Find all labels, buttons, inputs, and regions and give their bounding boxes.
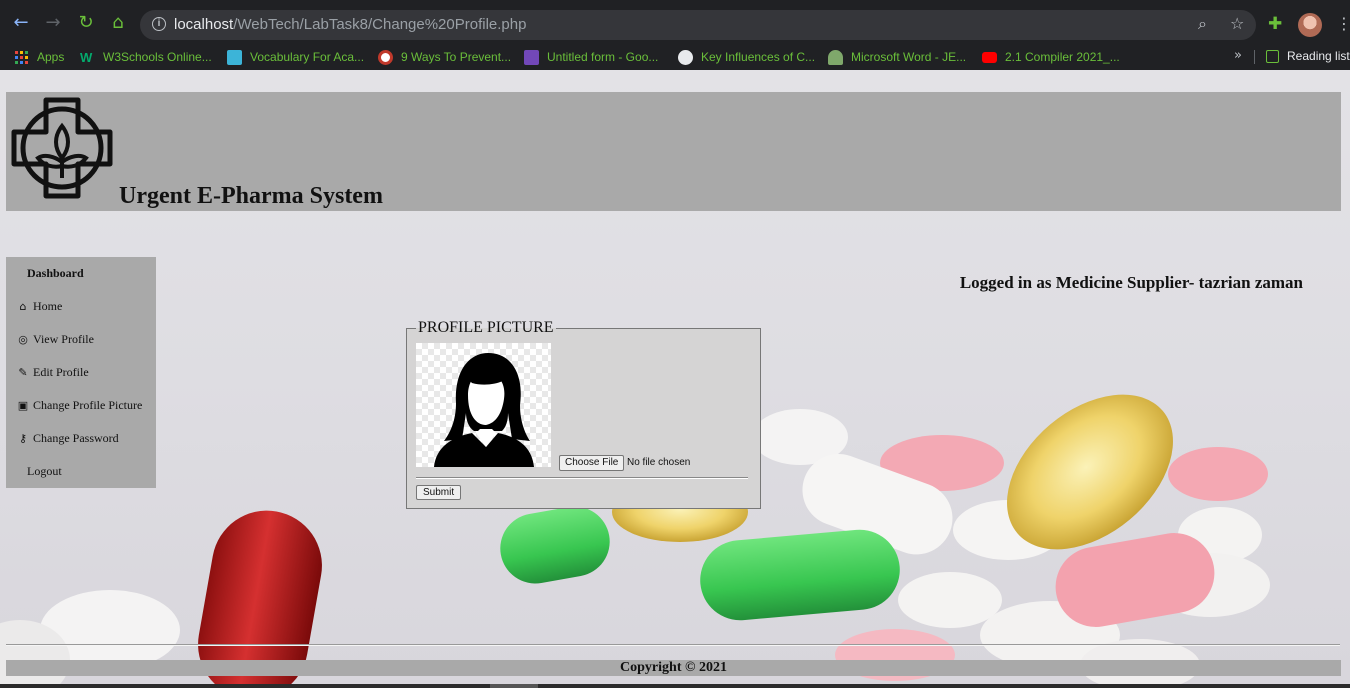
bookmark-label: Key Influences of C... bbox=[701, 50, 816, 64]
sidebar-item-view-profile[interactable]: ◎ View Profile bbox=[16, 332, 94, 347]
scrollbar-thumb[interactable] bbox=[490, 684, 538, 688]
sidebar-item-label: View Profile bbox=[33, 332, 94, 346]
profile-picture-form: PROFILE PICTURE Choose File No file chos… bbox=[406, 319, 761, 509]
site-footer: Copyright © 2021 bbox=[6, 660, 1341, 676]
form-divider bbox=[416, 477, 748, 479]
profile-avatar[interactable] bbox=[1298, 13, 1322, 37]
url-text[interactable]: localhost/WebTech/LabTask8/Change%20Prof… bbox=[174, 16, 526, 33]
pharmacy-cross-logo-icon bbox=[11, 97, 113, 199]
bookmark-apps[interactable]: Apps bbox=[14, 49, 64, 65]
site-info-icon[interactable]: i bbox=[152, 17, 166, 31]
prevent-icon bbox=[378, 49, 393, 65]
form-legend: PROFILE PICTURE bbox=[416, 319, 556, 337]
word-doc-icon bbox=[828, 49, 843, 65]
browser-menu-icon[interactable]: ⋮ bbox=[1336, 14, 1350, 33]
page-viewport: Urgent E-Pharma System Dashboard ⌂ Home … bbox=[0, 70, 1350, 684]
bookmark-w3schools[interactable]: W W3Schools Online... bbox=[80, 49, 212, 65]
bookmark-prevent[interactable]: 9 Ways To Prevent... bbox=[378, 49, 511, 65]
choose-file-button[interactable]: Choose File bbox=[559, 455, 625, 471]
file-image-icon: ▣ bbox=[17, 399, 29, 412]
avatar-silhouette-icon bbox=[434, 353, 534, 467]
bookmark-key-influences[interactable]: Key Influences of C... bbox=[678, 49, 815, 65]
sidebar-item-change-password[interactable]: ⚷ Change Password bbox=[16, 431, 119, 446]
sidebar-item-change-profile-picture[interactable]: ▣ Change Profile Picture bbox=[16, 398, 143, 413]
reading-list-label: Reading list bbox=[1287, 49, 1350, 63]
sidebar-item-edit-profile[interactable]: ✎ Edit Profile bbox=[16, 365, 89, 380]
profile-picture bbox=[416, 343, 551, 467]
logged-in-status: Logged in as Medicine Supplier- tazrian … bbox=[959, 273, 1303, 292]
youtube-icon bbox=[982, 51, 997, 63]
reading-list-button[interactable]: Reading list bbox=[1266, 49, 1350, 63]
bookmark-star-icon[interactable]: ☆ bbox=[1230, 14, 1244, 33]
key-influences-icon bbox=[678, 49, 693, 65]
home-page-icon[interactable]: ⌂ bbox=[107, 12, 129, 34]
horizontal-scrollbar[interactable] bbox=[0, 684, 1350, 688]
bookmark-label: W3Schools Online... bbox=[103, 50, 212, 64]
apps-grid-icon bbox=[15, 50, 28, 64]
footer-divider bbox=[6, 644, 1340, 646]
user-edit-icon: ✎ bbox=[18, 366, 28, 379]
forward-arrow-icon[interactable]: → bbox=[42, 12, 64, 34]
zoom-search-icon[interactable]: ⌕ bbox=[1198, 14, 1207, 34]
bookmarks-divider bbox=[1254, 50, 1255, 64]
user-circle-icon: ◎ bbox=[18, 333, 28, 346]
google-forms-icon bbox=[524, 49, 539, 65]
extensions-puzzle-icon[interactable]: ✚ bbox=[1268, 14, 1282, 34]
w3schools-icon: W bbox=[80, 49, 93, 65]
site-header: Urgent E-Pharma System bbox=[6, 92, 1341, 211]
key-icon: ⚷ bbox=[18, 432, 28, 445]
bookmark-label: Microsoft Word - JE... bbox=[851, 50, 967, 64]
bookmark-google-form[interactable]: Untitled form - Goo... bbox=[524, 49, 658, 65]
sidebar-item-label: Edit Profile bbox=[33, 365, 89, 379]
bookmark-label: Vocabulary For Aca... bbox=[250, 50, 365, 64]
sidebar-item-home[interactable]: ⌂ Home bbox=[16, 299, 63, 314]
sidebar-item-label: Home bbox=[33, 299, 63, 313]
bookmarks-bar: Apps W W3Schools Online... Vocabulary Fo… bbox=[0, 44, 1350, 70]
sidebar-item-label: Logout bbox=[27, 464, 62, 478]
bookmark-vocabulary[interactable]: Vocabulary For Aca... bbox=[227, 49, 364, 65]
reload-icon[interactable]: ↻ bbox=[75, 12, 97, 34]
back-arrow-icon[interactable]: ← bbox=[10, 12, 32, 34]
submit-button[interactable]: Submit bbox=[416, 485, 462, 500]
vocabulary-icon bbox=[227, 49, 242, 65]
site-title: Urgent E-Pharma System bbox=[119, 183, 383, 209]
browser-toolbar: ← → ↻ ⌂ i localhost/WebTech/LabTask8/Cha… bbox=[0, 0, 1350, 50]
dashboard-sidebar: Dashboard ⌂ Home ◎ View Profile ✎ Edit P… bbox=[6, 257, 156, 488]
bookmark-label: Untitled form - Goo... bbox=[547, 50, 659, 64]
sidebar-item-label: Change Profile Picture bbox=[33, 398, 143, 412]
bookmark-label: Apps bbox=[37, 50, 65, 64]
sidebar-item-label: Change Password bbox=[33, 431, 119, 445]
reading-list-icon bbox=[1266, 49, 1279, 63]
file-status-text: No file chosen bbox=[627, 457, 691, 468]
sidebar-item-logout[interactable]: Logout bbox=[27, 464, 62, 479]
bookmark-word-doc[interactable]: Microsoft Word - JE... bbox=[828, 49, 966, 65]
address-bar[interactable]: i localhost/WebTech/LabTask8/Change%20Pr… bbox=[140, 10, 1256, 40]
more-bookmarks-icon[interactable]: » bbox=[1234, 48, 1242, 63]
sidebar-heading: Dashboard bbox=[27, 266, 84, 280]
home-icon: ⌂ bbox=[19, 300, 27, 313]
bookmark-label: 9 Ways To Prevent... bbox=[401, 50, 512, 64]
bookmark-label: 2.1 Compiler 2021_... bbox=[1005, 50, 1120, 64]
bookmark-youtube[interactable]: 2.1 Compiler 2021_... bbox=[982, 49, 1120, 65]
